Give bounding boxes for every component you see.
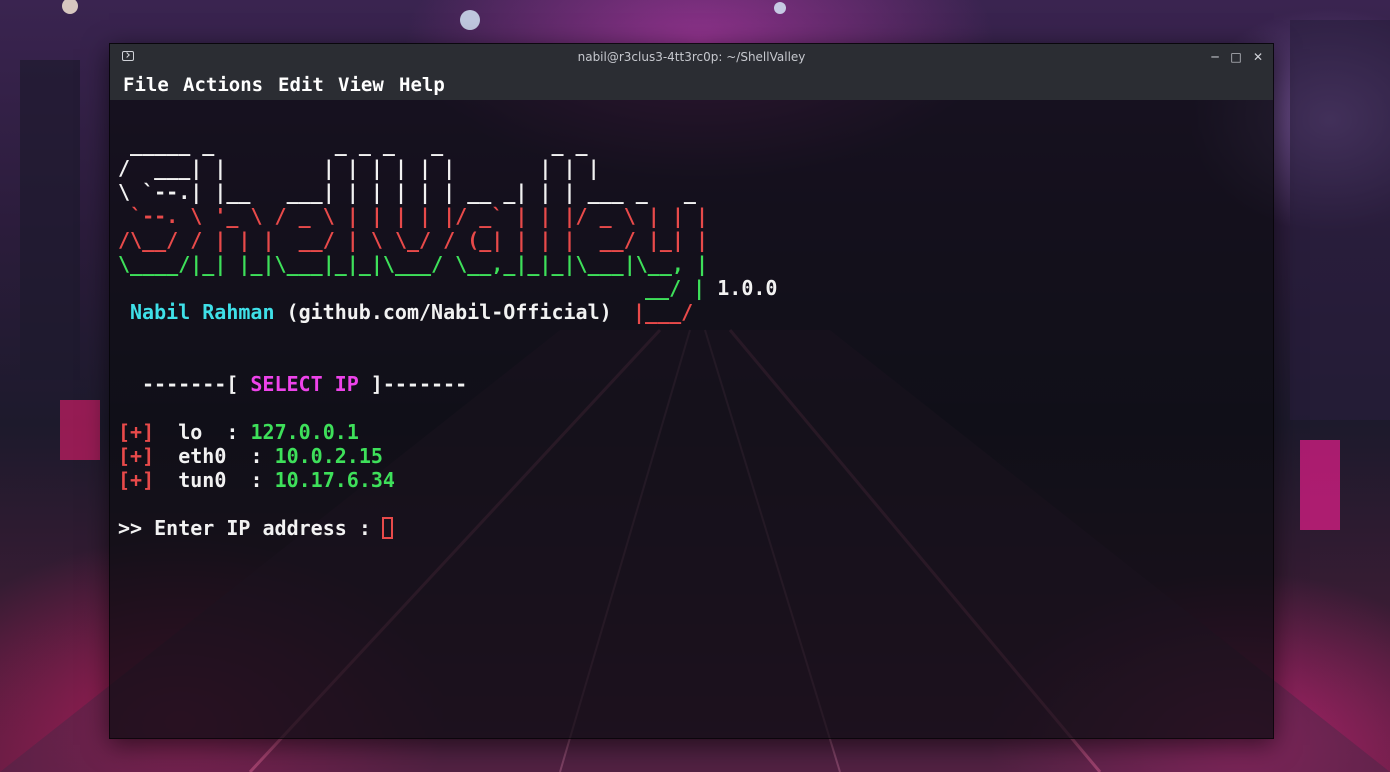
interface-row-lo: [+] lo : 127.0.0.1	[118, 420, 359, 444]
interface-name: eth0	[178, 444, 239, 468]
interface-ip: 10.0.2.15	[274, 444, 383, 468]
ip-prompt: >> Enter IP address :	[118, 516, 383, 540]
banner-line-3: \ `--.| |__ ___| | | | | | __ _| | | ___…	[118, 180, 696, 204]
title-bar[interactable]: nabil@r3clus3-4tt3rc0p: ~/ShellValley ─ …	[110, 44, 1273, 70]
select-ip-label: SELECT IP	[250, 372, 359, 396]
interface-name: lo	[178, 420, 227, 444]
interface-separator: :	[238, 468, 275, 492]
interface-marker: [+]	[118, 444, 155, 468]
menu-help[interactable]: Help	[399, 74, 445, 96]
interface-row-tun0: [+] tun0 : 10.17.6.34	[118, 468, 395, 492]
banner-line-6: \____/|_| |_|\___|_|_|\___/ \__,_|_|_|\_…	[118, 252, 709, 276]
maximize-button[interactable]: □	[1228, 49, 1244, 65]
author-line: Nabil Rahman (github.com/Nabil-Official)	[130, 300, 612, 324]
interface-ip: 10.17.6.34	[274, 468, 395, 492]
menu-file[interactable]: File	[123, 74, 169, 96]
interface-marker: [+]	[118, 420, 155, 444]
terminal-window: nabil@r3clus3-4tt3rc0p: ~/ShellValley ─ …	[109, 43, 1274, 739]
version-label: 1.0.0	[717, 276, 778, 300]
banner-line-2: / ___| | | | | | | | | | |	[118, 156, 600, 180]
minimize-button[interactable]: ─	[1207, 49, 1223, 65]
menu-view[interactable]: View	[338, 74, 384, 96]
interface-separator: :	[226, 420, 251, 444]
banner-line-4: `--. \ '_ \ / _ \ | | | | |/ _` | | |/ _…	[118, 204, 709, 228]
select-ip-right: ]-------	[358, 372, 468, 396]
interface-name: tun0	[178, 468, 239, 492]
banner-line-7: __/ | 1.0.0	[645, 276, 777, 300]
text-cursor[interactable]	[382, 517, 393, 539]
github-link: (github.com/Nabil-Official)	[286, 300, 612, 324]
banner-line-8: |___/	[633, 300, 694, 324]
interface-separator: :	[238, 444, 275, 468]
interface-ip: 127.0.0.1	[250, 420, 359, 444]
select-ip-left: -------[	[142, 372, 251, 396]
banner-line-1: _____ _ _ _ _ _ _ _	[118, 132, 588, 156]
banner-line-7-art: __/ |	[645, 276, 706, 300]
interface-marker: [+]	[118, 468, 155, 492]
select-ip-header: -------[ SELECT IP ]-------	[142, 372, 467, 396]
menu-edit[interactable]: Edit	[278, 74, 324, 96]
banner-line-5: /\__/ / | | | __/ | \ \_/ / (_| | | | __…	[118, 228, 709, 252]
author-name: Nabil Rahman	[130, 300, 275, 324]
window-title: nabil@r3clus3-4tt3rc0p: ~/ShellValley	[577, 50, 806, 64]
menu-actions[interactable]: Actions	[183, 74, 263, 96]
close-button[interactable]: ✕	[1250, 49, 1266, 65]
interface-row-eth0: [+] eth0 : 10.0.2.15	[118, 444, 383, 468]
terminal-output[interactable]: _____ _ _ _ _ _ _ _ / ___| | | | | | | |…	[118, 100, 1266, 734]
menu-bar: File Actions Edit View Help	[110, 70, 1273, 100]
